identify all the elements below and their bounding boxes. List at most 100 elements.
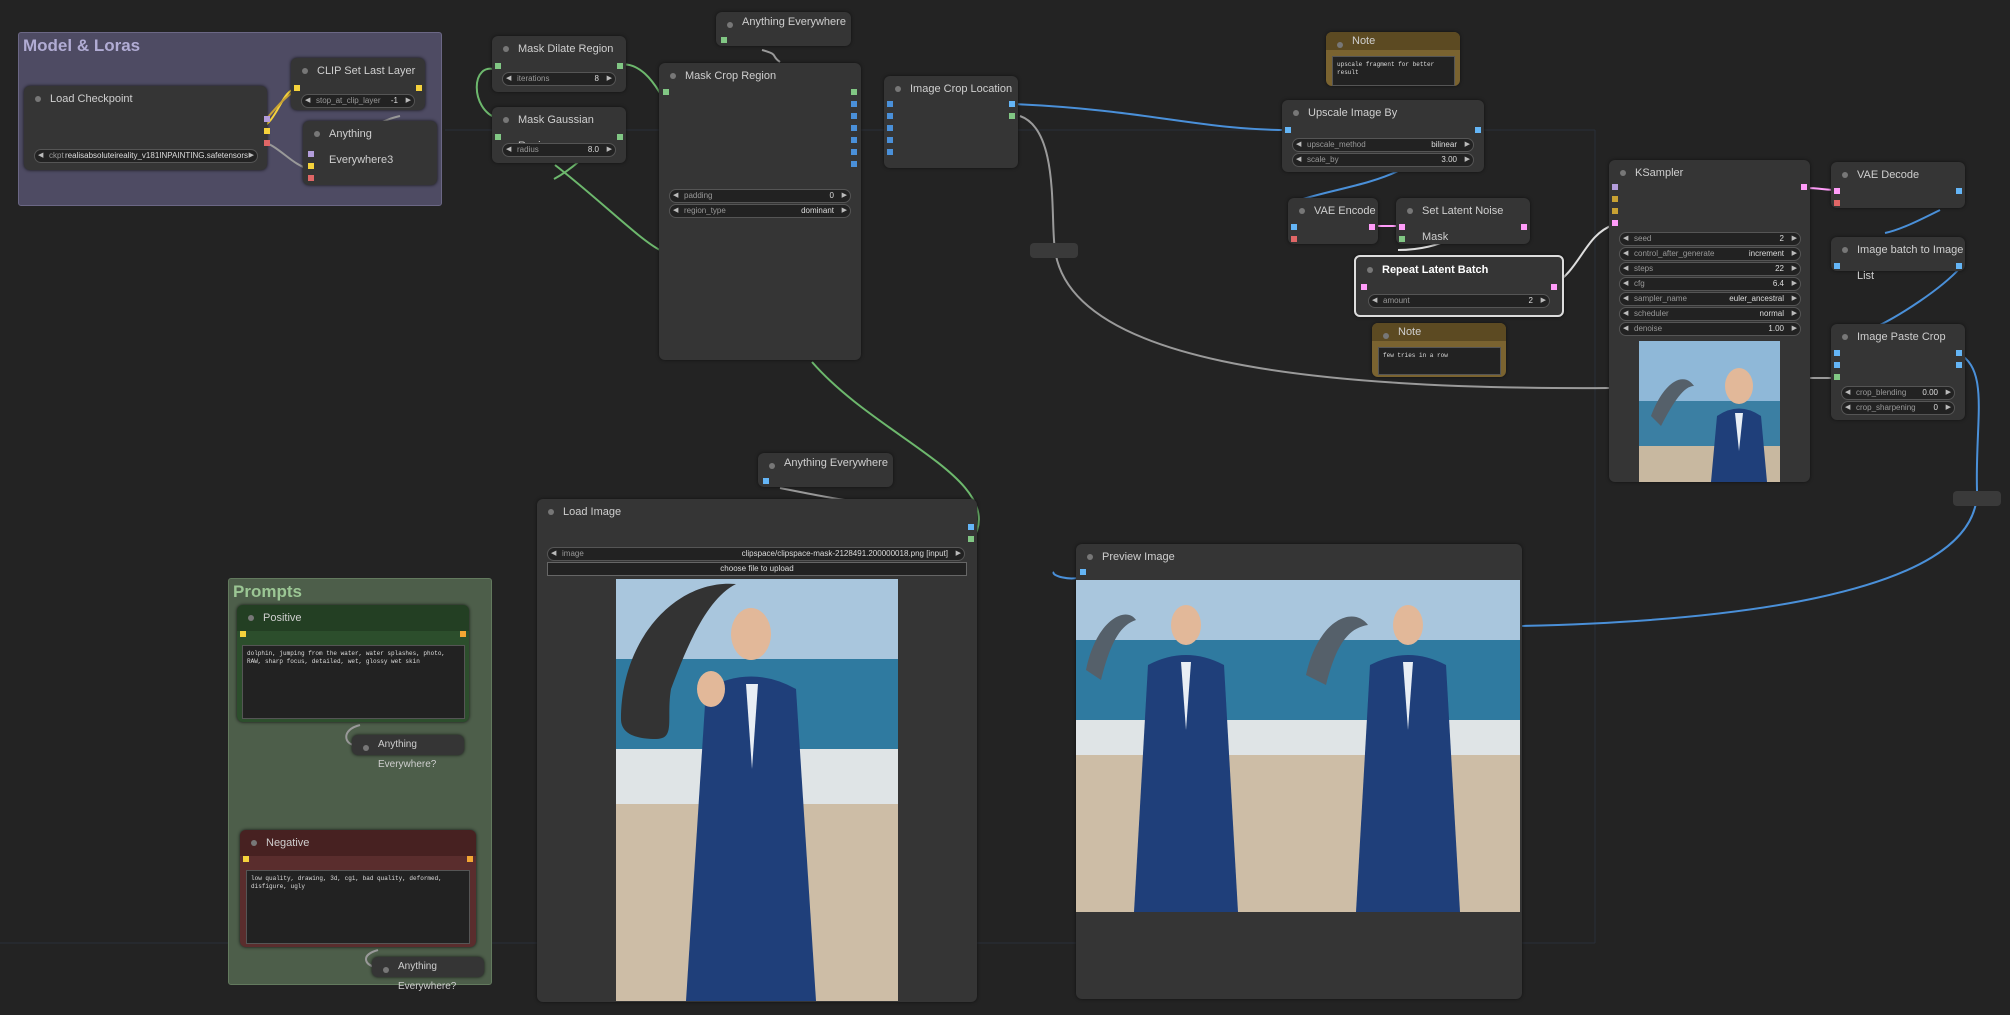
input-slot[interactable] [308,151,314,157]
latent-output-slot[interactable] [1551,284,1557,290]
node-anything-everywhere3[interactable]: Anything Everywhere3 [303,121,437,185]
node-negative-prompt[interactable]: Negative low quality, drawing, 3d, cgi, … [240,830,476,947]
output-slot[interactable] [851,125,857,131]
node-image-crop-location[interactable]: Image Crop Location [884,76,1018,168]
node-mask-crop-region[interactable]: Mask Crop Region padding 0 region_type d… [659,63,861,360]
node-anything-everywhere-positive[interactable]: Anything Everywhere? [352,735,464,770]
mask-input-slot[interactable] [495,63,501,69]
node-image-paste-crop[interactable]: Image Paste Crop crop_blending0.00 crop_… [1831,324,1965,420]
image-output-slot[interactable] [1956,188,1962,194]
mask-output-slot[interactable] [851,89,857,95]
image-input-slot[interactable] [887,101,893,107]
conditioning-output-slot[interactable] [460,631,466,637]
mask-input-slot[interactable] [495,134,501,140]
latent-output-slot[interactable] [1369,224,1375,230]
steps-widget[interactable]: steps22 [1619,262,1801,276]
node-anything-everywhere[interactable]: Anything Everywhere [758,453,893,487]
crop-sharpening-widget[interactable]: crop_sharpening0 [1841,401,1955,415]
image-output-slot[interactable] [1009,101,1015,107]
reroute-node[interactable] [1030,243,1078,258]
control-after-generate-widget[interactable]: control_after_generateincrement [1619,247,1801,261]
node-load-image[interactable]: Load Image image clipspace/clipspace-mas… [537,499,977,1002]
image-output-slot[interactable] [1956,362,1962,368]
iterations-widget[interactable]: iterations 8 [502,72,616,86]
node-mask-dilate-region[interactable]: Mask Dilate Region iterations 8 [492,36,626,92]
clip-output-slot[interactable] [264,128,270,134]
pixels-input-slot[interactable] [1291,224,1297,230]
mask-output-slot[interactable] [617,63,623,69]
samples-input-slot[interactable] [1399,224,1405,230]
node-vae-decode[interactable]: VAE Decode [1831,162,1965,208]
scale-by-widget[interactable]: scale_by 3.00 [1292,153,1474,167]
crop-data-output-slot[interactable] [1009,113,1015,119]
region-type-widget[interactable]: region_type dominant [669,204,851,218]
node-note[interactable]: Note upscale fragment for better result [1326,32,1460,86]
output-slot[interactable] [851,161,857,167]
padding-widget[interactable]: padding 0 [669,189,851,203]
mask-input-slot[interactable] [663,89,669,95]
input-slot[interactable] [887,125,893,131]
reroute-node[interactable] [1953,491,2001,506]
node-upscale-image-by[interactable]: Upscale Image By upscale_method bilinear… [1282,100,1484,172]
image-input-slot[interactable] [1834,263,1840,269]
upload-button[interactable]: choose file to upload [547,562,967,576]
node-image-batch-to-list[interactable]: Image batch to Image List [1831,237,1965,282]
seed-widget[interactable]: seed2 [1619,232,1801,246]
vae-output-slot[interactable] [264,140,270,146]
output-slot[interactable] [851,149,857,155]
node-clip-set-last-layer[interactable]: CLIP Set Last Layer stop_at_clip_layer -… [291,58,425,110]
images-input-slot[interactable] [1080,569,1086,575]
image-output-slot[interactable] [1475,127,1481,133]
radius-widget[interactable]: radius 8.0 [502,143,616,157]
ckpt-name-widget[interactable]: ckpt realisabsoluteireality_v181INPAINTI… [34,149,258,163]
scheduler-widget[interactable]: schedulernormal [1619,307,1801,321]
denoise-widget[interactable]: denoise1.00 [1619,322,1801,336]
clip-output-slot[interactable] [416,85,422,91]
image-output-slot[interactable] [1956,350,1962,356]
output-slot[interactable] [851,137,857,143]
model-input-slot[interactable] [1612,184,1618,190]
crop-image-input-slot[interactable] [1834,362,1840,368]
samples-input-slot[interactable] [1834,188,1840,194]
mask-output-slot[interactable] [968,536,974,542]
clip-input-slot[interactable] [240,631,246,637]
note-text[interactable]: upscale fragment for better result [1332,56,1455,86]
node-vae-encode[interactable]: VAE Encode [1288,198,1378,244]
node-load-checkpoint[interactable]: Load Checkpoint ckpt realisabsoluteireal… [24,86,270,170]
crop-data-input-slot[interactable] [1834,374,1840,380]
node-set-latent-noise-mask[interactable]: Set Latent Noise Mask [1396,198,1530,244]
sampler-name-widget[interactable]: sampler_nameeuler_ancestral [1619,292,1801,306]
stop-at-clip-layer-widget[interactable]: stop_at_clip_layer -1 [301,94,415,108]
node-positive-prompt[interactable]: Positive dolphin, jumping from the water… [237,605,469,722]
latent-input-slot[interactable] [1612,220,1618,226]
vae-input-slot[interactable] [1291,236,1297,242]
input-slot[interactable] [308,175,314,181]
node-note[interactable]: Note few tries in a row [1372,323,1506,377]
image-input-slot[interactable] [1285,127,1291,133]
image-output-slot[interactable] [968,524,974,530]
output-slot[interactable] [851,101,857,107]
image-input-slot[interactable] [1834,350,1840,356]
amount-widget[interactable]: amount 2 [1368,294,1550,308]
image-output-slot[interactable] [1956,263,1962,269]
node-preview-image[interactable]: Preview Image [1076,544,1522,999]
negative-prompt-text[interactable]: low quality, drawing, 3d, cgi, bad quali… [246,870,470,944]
latent-output-slot[interactable] [1521,224,1527,230]
image-widget[interactable]: image clipspace/clipspace-mask-2128491.2… [547,547,965,561]
cfg-widget[interactable]: cfg6.4 [1619,277,1801,291]
mask-input-slot[interactable] [1399,236,1405,242]
output-slot[interactable] [851,113,857,119]
node-anything-everywhere[interactable]: Anything Everywhere [716,12,851,46]
node-anything-everywhere-negative[interactable]: Anything Everywhere? [372,957,484,992]
node-ksampler[interactable]: KSampler seed2 control_after_generateinc… [1609,160,1810,482]
input-slot[interactable] [721,37,727,43]
clip-input-slot[interactable] [294,85,300,91]
vae-input-slot[interactable] [1834,200,1840,206]
node-repeat-latent-batch[interactable]: Repeat Latent Batch amount 2 [1354,255,1564,317]
input-slot[interactable] [887,137,893,143]
latent-output-slot[interactable] [1801,184,1807,190]
positive-input-slot[interactable] [1612,196,1618,202]
negative-input-slot[interactable] [1612,208,1618,214]
input-slot[interactable] [887,113,893,119]
upscale-method-widget[interactable]: upscale_method bilinear [1292,138,1474,152]
